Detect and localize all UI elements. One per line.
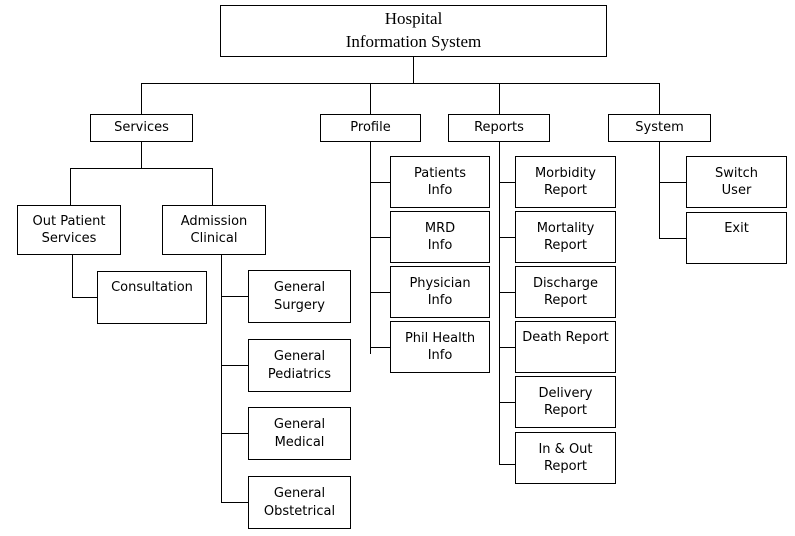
node-switch-user[interactable]: Switch User	[686, 156, 787, 208]
node-mortality-report[interactable]: Mortality Report	[515, 211, 616, 263]
hierarchy-diagram: Hospital Information System Services Pro…	[0, 0, 795, 536]
connector-services-to-admission	[212, 168, 213, 205]
node-label: In & Out Report	[538, 441, 593, 474]
node-profile[interactable]: Profile	[320, 114, 421, 142]
node-label: General Medical	[273, 417, 326, 450]
node-in-and-out-report[interactable]: In & Out Report	[515, 432, 616, 484]
node-label: Discharge Report	[532, 275, 599, 308]
connector-bus-to-profile	[370, 83, 371, 114]
node-phil-health-info[interactable]: Phil Health Info	[390, 321, 490, 373]
node-root-hospital-information-system[interactable]: Hospital Information System	[220, 5, 607, 57]
connector-system-to-switchuser	[659, 182, 686, 183]
node-label: Death Report	[522, 330, 609, 345]
node-label: Morbidity Report	[534, 165, 597, 198]
connector-level2-bus	[141, 83, 659, 84]
node-exit[interactable]: Exit	[686, 212, 787, 264]
connector-admission-to-pediatrics	[221, 365, 248, 366]
connector-system-spine	[659, 142, 660, 239]
connector-bus-to-reports	[499, 83, 500, 114]
connector-profile-to-mrd	[370, 237, 390, 238]
node-label: Delivery Report	[538, 385, 593, 418]
connector-services-split	[70, 168, 213, 169]
node-services[interactable]: Services	[90, 114, 193, 142]
node-label: Patients Info	[413, 165, 467, 198]
node-discharge-report[interactable]: Discharge Report	[515, 266, 616, 318]
connector-reports-spine	[499, 142, 500, 465]
node-consultation[interactable]: Consultation	[97, 271, 207, 324]
node-label: Phil Health Info	[404, 330, 476, 363]
connector-admission-to-medical	[221, 433, 248, 434]
node-physician-info[interactable]: Physician Info	[390, 266, 490, 318]
node-label: MRD Info	[424, 220, 456, 253]
node-reports[interactable]: Reports	[448, 114, 550, 142]
node-death-report[interactable]: Death Report	[515, 321, 616, 373]
node-label: Admission Clinical	[180, 213, 248, 246]
node-label: Switch User	[715, 165, 758, 198]
node-general-medical[interactable]: General Medical	[248, 407, 351, 460]
node-label: Profile	[350, 120, 391, 136]
connector-reports-to-inout	[499, 464, 515, 465]
connector-reports-to-mortality	[499, 237, 515, 238]
node-general-surgery[interactable]: General Surgery	[248, 270, 351, 323]
connector-outpatient-spine	[72, 255, 73, 298]
node-label: Reports	[474, 120, 524, 136]
connector-services-stem	[141, 142, 142, 169]
node-morbidity-report[interactable]: Morbidity Report	[515, 156, 616, 208]
connector-admission-spine	[221, 255, 222, 503]
node-label: Physician Info	[409, 275, 471, 308]
connector-root-stem	[413, 57, 414, 84]
node-label: General Obstetrical	[263, 486, 336, 519]
connector-reports-to-discharge	[499, 292, 515, 293]
connector-system-to-exit	[659, 238, 686, 239]
node-admission-clinical[interactable]: Admission Clinical	[162, 205, 266, 255]
node-label: General Surgery	[273, 280, 326, 313]
connector-profile-to-physician	[370, 292, 390, 293]
node-label: Mortality Report	[536, 220, 595, 253]
connector-reports-to-delivery	[499, 402, 515, 403]
connector-admission-to-surgery	[221, 296, 248, 297]
connector-profile-to-patients	[370, 182, 390, 183]
node-label: Out Patient Services	[32, 213, 106, 246]
connector-admission-to-obstetrical	[221, 502, 248, 503]
connector-outpatient-to-consultation	[72, 297, 97, 298]
node-label: General Pediatrics	[267, 349, 332, 382]
node-out-patient-services[interactable]: Out Patient Services	[17, 205, 121, 255]
node-mrd-info[interactable]: MRD Info	[390, 211, 490, 263]
node-general-obstetrical[interactable]: General Obstetrical	[248, 476, 351, 529]
node-label: Hospital Information System	[345, 9, 482, 51]
node-system[interactable]: System	[608, 114, 711, 142]
connector-bus-to-services	[141, 83, 142, 114]
connector-services-to-outpatient	[70, 168, 71, 205]
node-label: Services	[114, 120, 169, 136]
connector-profile-spine	[370, 142, 371, 354]
node-label: Consultation	[111, 280, 193, 295]
connector-bus-to-system	[659, 83, 660, 114]
node-patients-info[interactable]: Patients Info	[390, 156, 490, 208]
connector-profile-to-philhealth	[370, 347, 390, 348]
connector-reports-to-morbidity	[499, 182, 515, 183]
node-general-pediatrics[interactable]: General Pediatrics	[248, 339, 351, 392]
node-label: System	[635, 120, 684, 136]
node-delivery-report[interactable]: Delivery Report	[515, 376, 616, 428]
node-label: Exit	[724, 221, 749, 236]
connector-reports-to-death	[499, 347, 515, 348]
